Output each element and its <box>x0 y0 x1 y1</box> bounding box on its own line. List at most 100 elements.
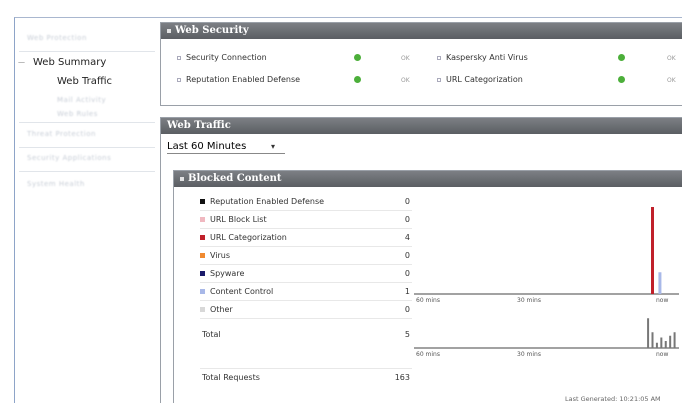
total-row: Total 5 <box>200 326 412 344</box>
blocked-content-row: Content Control 1 <box>200 283 412 301</box>
row-label: URL Block List <box>210 215 267 224</box>
x-tick-label: 60 mins <box>416 351 440 358</box>
row-value: 1 <box>404 287 410 296</box>
legend-swatch <box>200 307 205 312</box>
web-traffic-panel: Web Traffic Last 60 Minutes ▾ Blocked Co… <box>160 117 682 403</box>
row-value: 0 <box>404 269 410 278</box>
status-row: URL Categorization <box>437 75 523 84</box>
sidebar-subitem[interactable]: Web Rules <box>57 110 98 118</box>
blocked-content-header[interactable]: Blocked Content <box>174 171 682 187</box>
chart-bar <box>655 342 658 348</box>
time-range-select[interactable]: Last 60 Minutes <box>167 140 285 154</box>
status-label: URL Categorization <box>446 75 523 84</box>
status-ok-icon <box>354 76 361 83</box>
sidebar: Web Protection — Web Summary Web Traffic… <box>15 18 155 403</box>
status-label: Security Connection <box>186 53 267 62</box>
status-row: Security Connection <box>177 53 267 62</box>
total-requests-value: 163 <box>394 373 410 382</box>
web-security-header[interactable]: Web Security <box>161 23 682 39</box>
status-text: OK <box>401 55 410 62</box>
sidebar-item-web-summary[interactable]: Web Summary <box>33 57 106 68</box>
screen: Web Protection — Web Summary Web Traffic… <box>0 0 682 403</box>
blocked-content-row: Virus 0 <box>200 247 412 265</box>
chart-bar <box>669 335 672 348</box>
row-label: Virus <box>210 251 231 260</box>
status-ok-icon <box>618 76 625 83</box>
web-security-panel: Web Security Security Connection OK Repu… <box>160 22 682 106</box>
chevron-down-icon[interactable]: ▾ <box>271 142 275 151</box>
bullet-icon <box>177 77 181 82</box>
blocked-content-row: Spyware 0 <box>200 265 412 283</box>
status-row: Kaspersky Anti Virus <box>437 53 528 62</box>
total-requests-label: Total Requests <box>202 373 260 382</box>
legend-swatch <box>200 217 205 222</box>
sidebar-divider <box>19 51 155 52</box>
x-tick-label: now <box>656 351 669 358</box>
row-label: Other <box>210 305 233 314</box>
status-ok-icon <box>354 54 361 61</box>
sidebar-divider <box>19 171 155 172</box>
collapse-icon[interactable]: — <box>18 58 25 66</box>
time-range-value: Last 60 Minutes <box>167 141 247 152</box>
blocked-content-row: Reputation Enabled Defense 0 <box>200 193 412 211</box>
collapse-icon <box>180 176 184 181</box>
chart-bar <box>651 207 654 294</box>
status-ok-icon <box>618 54 625 61</box>
status-row: Reputation Enabled Defense <box>177 75 300 84</box>
total-requests-row: Total Requests 163 <box>200 368 412 386</box>
row-label: Content Control <box>210 287 274 296</box>
sidebar-item-blurred-top[interactable]: Web Protection <box>27 34 87 42</box>
total-value: 5 <box>404 330 410 339</box>
row-value: 0 <box>404 305 410 314</box>
last-generated-timestamp: Last Generated: 10:21:05 AM <box>565 395 661 403</box>
row-value: 4 <box>404 233 410 242</box>
chart-bar <box>664 341 667 348</box>
row-value: 0 <box>404 251 410 260</box>
total-requests-chart <box>414 318 679 349</box>
legend-swatch <box>200 289 205 294</box>
sidebar-item-web-traffic[interactable]: Web Traffic <box>57 76 112 87</box>
bullet-icon <box>437 55 441 60</box>
blocked-content-row: URL Block List 0 <box>200 211 412 229</box>
row-label: Spyware <box>210 269 245 278</box>
panel-title: Web Security <box>175 25 249 36</box>
status-label: Reputation Enabled Defense <box>186 75 301 84</box>
web-traffic-header: Web Traffic <box>161 118 682 134</box>
chart-bar <box>660 337 663 348</box>
panel-title: Web Traffic <box>167 120 231 131</box>
status-label: Kaspersky Anti Virus <box>446 53 528 62</box>
app-frame: Web Protection — Web Summary Web Traffic… <box>14 17 682 403</box>
blocked-content-row: URL Categorization 4 <box>200 229 412 247</box>
sidebar-divider <box>19 122 155 123</box>
collapse-icon <box>167 28 171 33</box>
x-tick-label: 30 mins <box>517 297 541 304</box>
sidebar-item[interactable]: Threat Protection <box>27 130 96 138</box>
blocked-content-panel: Blocked Content Reputation Enabled Defen… <box>173 170 682 403</box>
status-text: OK <box>667 55 676 62</box>
sidebar-divider <box>19 147 155 148</box>
panel-title: Blocked Content <box>188 173 282 184</box>
legend-swatch <box>200 235 205 240</box>
row-label: URL Categorization <box>210 233 287 242</box>
blocked-content-chart <box>414 207 679 295</box>
row-label: Reputation Enabled Defense <box>210 197 325 206</box>
row-value: 0 <box>404 215 410 224</box>
legend-swatch <box>200 271 205 276</box>
chart-bar <box>651 332 654 348</box>
chart-bar <box>673 332 676 348</box>
sidebar-item[interactable]: Security Applications <box>27 154 111 162</box>
bullet-icon <box>437 77 441 82</box>
main-content: Web Security Security Connection OK Repu… <box>160 18 682 403</box>
x-tick-label: now <box>656 297 669 304</box>
x-tick-label: 60 mins <box>416 297 440 304</box>
bullet-icon <box>177 55 181 60</box>
status-text: OK <box>667 77 676 84</box>
legend-swatch <box>200 199 205 204</box>
total-label: Total <box>202 330 221 339</box>
row-value: 0 <box>404 197 410 206</box>
sidebar-subitem[interactable]: Mail Activity <box>57 96 106 104</box>
legend-swatch <box>200 253 205 258</box>
blocked-content-row: Other 0 <box>200 301 412 319</box>
status-text: OK <box>401 77 410 84</box>
sidebar-item[interactable]: System Health <box>27 180 85 188</box>
